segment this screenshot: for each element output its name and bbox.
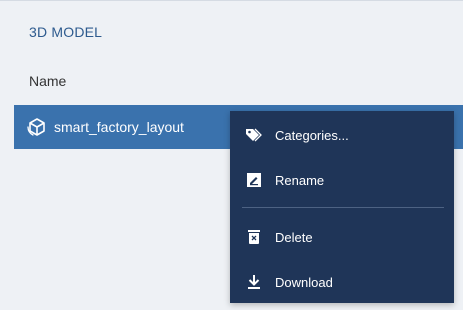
menu-label-download: Download [275,274,333,290]
download-icon [245,273,263,291]
top-divider [0,0,463,1]
menu-label-rename: Rename [275,172,325,188]
context-menu: Categories... Rename Delete Download [230,111,454,303]
trash-icon [245,228,263,246]
menu-item-categories[interactable]: Categories... [230,115,454,155]
section-title: 3D MODEL [29,24,103,40]
menu-item-delete[interactable]: Delete [230,217,454,257]
cube-model-icon [26,116,48,138]
rename-icon [245,171,263,189]
menu-item-rename[interactable]: Rename [230,160,454,200]
menu-separator [242,207,444,208]
row-label: smart_factory_layout [54,119,184,135]
menu-label-delete: Delete [275,229,313,245]
column-header-name[interactable]: Name [29,73,66,89]
menu-item-download[interactable]: Download [230,262,454,302]
menu-label-categories: Categories... [275,127,349,143]
tag-icon [245,126,263,144]
